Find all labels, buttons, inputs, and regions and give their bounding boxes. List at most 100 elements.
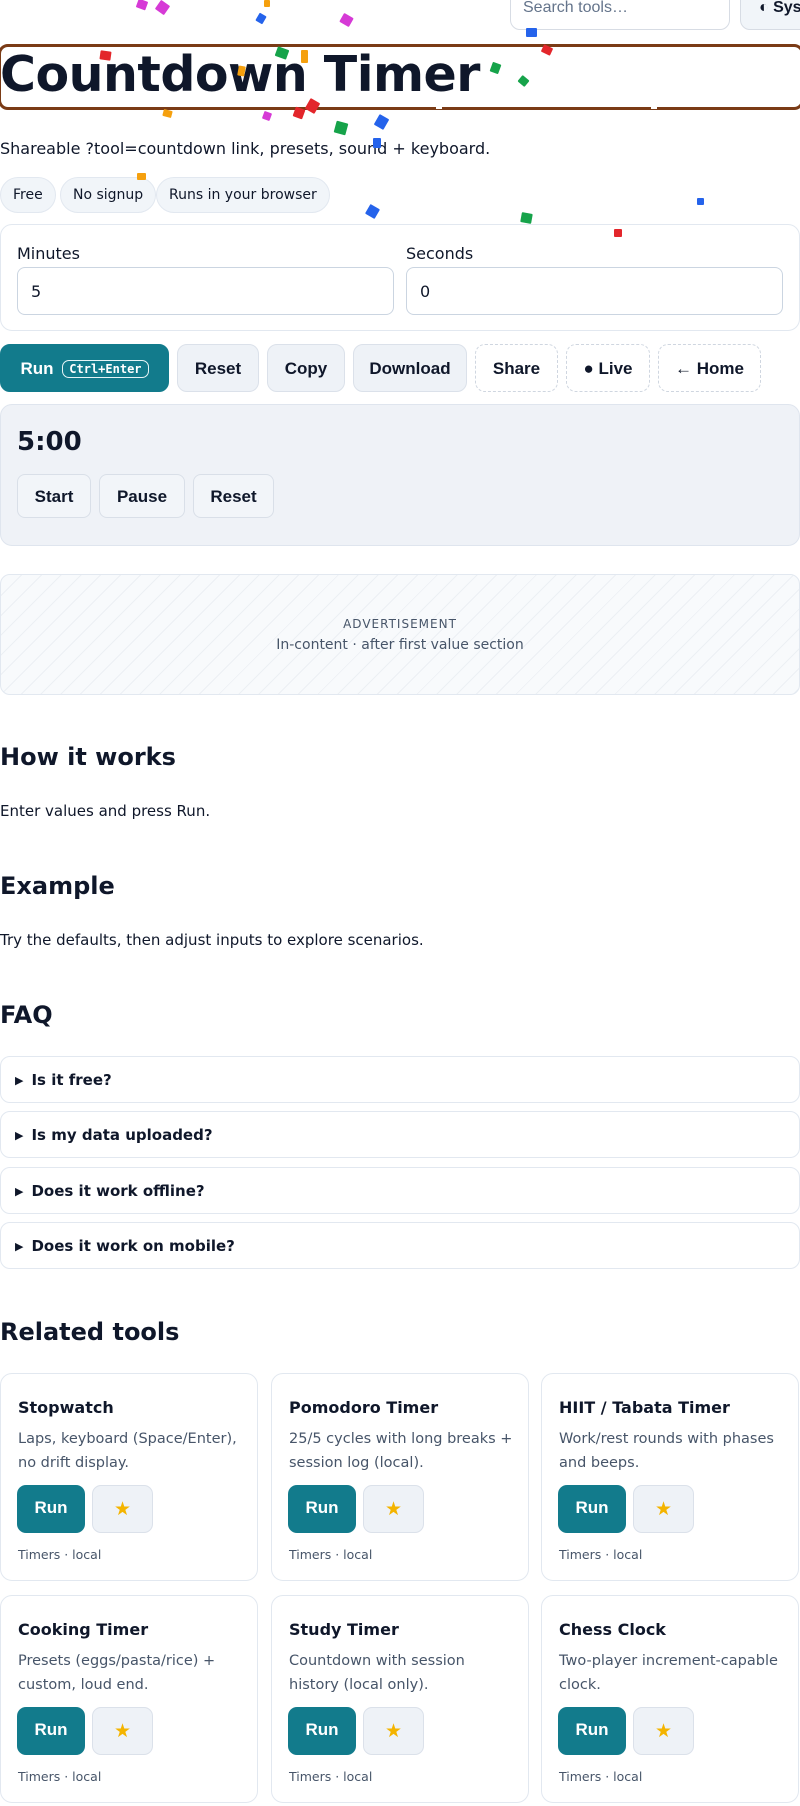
expand-triangle-icon: ▶ (15, 1129, 24, 1142)
timer-reset-button[interactable]: Reset (193, 474, 274, 518)
confetti-piece (137, 173, 146, 180)
faq-question: Does it work on mobile? (31, 1237, 235, 1255)
card-run-button[interactable]: Run (288, 1485, 356, 1533)
card-title: Cooking Timer (18, 1620, 149, 1639)
share-button[interactable]: Share (475, 344, 558, 392)
confetti-piece (135, 0, 149, 11)
minutes-value: 5 (31, 282, 42, 301)
card-title: Study Timer (289, 1620, 399, 1639)
card-meta: Timers · local (559, 1547, 643, 1562)
card-meta: Timers · local (289, 1547, 373, 1562)
run-button[interactable]: Run Ctrl+Enter (0, 344, 169, 392)
how-it-works-text: Enter values and press Run. (0, 802, 211, 820)
run-label: Run (20, 359, 54, 378)
card-run-button[interactable]: Run (558, 1485, 626, 1533)
favorite-star-icon[interactable]: ★ (633, 1485, 694, 1533)
related-tools-heading: Related tools (0, 1318, 180, 1346)
faq-question: Is my data uploaded? (31, 1126, 213, 1144)
home-button[interactable]: ← Home (658, 344, 761, 392)
card-meta: Timers · local (289, 1769, 373, 1784)
favorite-star-icon[interactable]: ★ (92, 1707, 153, 1755)
confetti-piece (264, 0, 270, 7)
card-title: Stopwatch (18, 1398, 114, 1417)
search-placeholder: Search tools… (523, 0, 628, 16)
faq-item[interactable]: ▶ Does it work offline? (0, 1167, 800, 1214)
example-heading: Example (0, 872, 115, 900)
badge-no-signup: No signup (60, 177, 157, 213)
minutes-label: Minutes (17, 244, 80, 263)
confetti-piece (373, 138, 381, 148)
advertisement-slot (0, 574, 800, 695)
related-card-hiit: HIIT / Tabata Timer Work/rest rounds wit… (541, 1373, 799, 1581)
frame-gap (651, 103, 657, 109)
related-card-pomodoro: Pomodoro Timer 25/5 cycles with long bre… (271, 1373, 529, 1581)
how-it-works-heading: How it works (0, 743, 176, 771)
favorite-star-icon[interactable]: ★ (633, 1707, 694, 1755)
advertisement-label: ADVERTISEMENT (343, 617, 457, 631)
card-title: Pomodoro Timer (289, 1398, 439, 1417)
seconds-value: 0 (420, 282, 431, 301)
confetti-piece (373, 114, 390, 130)
card-description: Countdown with session history (local on… (289, 1653, 465, 1693)
theme-toggle-label: ◐ System (759, 0, 800, 16)
card-title: HIIT / Tabata Timer (559, 1398, 730, 1417)
card-meta: Timers · local (559, 1769, 643, 1784)
related-card-cooking: Cooking Timer Presets (eggs/pasta/rice) … (0, 1595, 258, 1803)
search-input[interactable]: Search tools… (510, 0, 730, 30)
confetti-piece (292, 106, 306, 120)
badge-free: Free (0, 177, 56, 213)
faq-item[interactable]: ▶ Does it work on mobile? (0, 1222, 800, 1269)
related-card-study: Study Timer Countdown with session histo… (271, 1595, 529, 1803)
faq-item[interactable]: ▶ Is it free? (0, 1056, 800, 1103)
card-run-button[interactable]: Run (288, 1707, 356, 1755)
confetti-piece (154, 0, 171, 16)
faq-item[interactable]: ▶ Is my data uploaded? (0, 1111, 800, 1158)
card-run-button[interactable]: Run (17, 1485, 85, 1533)
minutes-input[interactable]: 5 (17, 267, 394, 315)
card-description: Two-player increment-capable clock. (559, 1653, 778, 1693)
card-meta: Timers · local (18, 1769, 102, 1784)
expand-triangle-icon: ▶ (15, 1185, 24, 1198)
favorite-star-icon[interactable]: ★ (363, 1485, 424, 1533)
related-card-chess-clock: Chess Clock Two-player increment-capable… (541, 1595, 799, 1803)
expand-triangle-icon: ▶ (15, 1240, 24, 1253)
advertisement-subtext: In-content · after first value section (276, 637, 524, 653)
example-text: Try the defaults, then adjust inputs to … (0, 931, 424, 949)
download-button[interactable]: Download (353, 344, 467, 392)
card-description: Laps, keyboard (Space/Enter), no drift d… (18, 1431, 237, 1471)
confetti-piece (697, 198, 704, 205)
run-shortcut-kbd: Ctrl+Enter (62, 360, 149, 378)
confetti-piece (364, 203, 381, 220)
card-run-button[interactable]: Run (17, 1707, 85, 1755)
confetti-piece (162, 108, 173, 119)
confetti-piece (526, 28, 537, 37)
timer-pause-button[interactable]: Pause (99, 474, 185, 518)
reset-button[interactable]: Reset (177, 344, 259, 392)
confetti-piece (520, 212, 533, 224)
card-title: Chess Clock (559, 1620, 666, 1639)
faq-heading: FAQ (0, 1001, 53, 1029)
copy-button[interactable]: Copy (267, 344, 345, 392)
badge-runs-in-browser: Runs in your browser (156, 177, 330, 213)
card-description: Work/rest rounds with phases and beeps. (559, 1431, 774, 1471)
card-meta: Timers · local (18, 1547, 102, 1562)
confetti-piece (255, 12, 267, 25)
confetti-piece (614, 229, 622, 237)
confetti-piece (301, 50, 308, 63)
confetti-piece (339, 12, 354, 28)
card-run-button[interactable]: Run (558, 1707, 626, 1755)
live-button[interactable]: ● Live (566, 344, 650, 392)
confetti-piece (261, 110, 273, 122)
card-description: Presets (eggs/pasta/rice) + custom, loud… (18, 1653, 216, 1693)
confetti-piece (333, 120, 349, 136)
timer-display: 5:00 (17, 427, 82, 457)
expand-triangle-icon: ▶ (15, 1074, 24, 1087)
favorite-star-icon[interactable]: ★ (363, 1707, 424, 1755)
page-subtitle: Shareable ?tool=countdown link, presets,… (0, 139, 491, 158)
card-description: 25/5 cycles with long breaks + session l… (289, 1431, 513, 1471)
favorite-star-icon[interactable]: ★ (92, 1485, 153, 1533)
seconds-label: Seconds (406, 244, 474, 263)
timer-start-button[interactable]: Start (17, 474, 91, 518)
theme-toggle-button[interactable]: ◐ System (740, 0, 800, 30)
seconds-input[interactable]: 0 (406, 267, 783, 315)
